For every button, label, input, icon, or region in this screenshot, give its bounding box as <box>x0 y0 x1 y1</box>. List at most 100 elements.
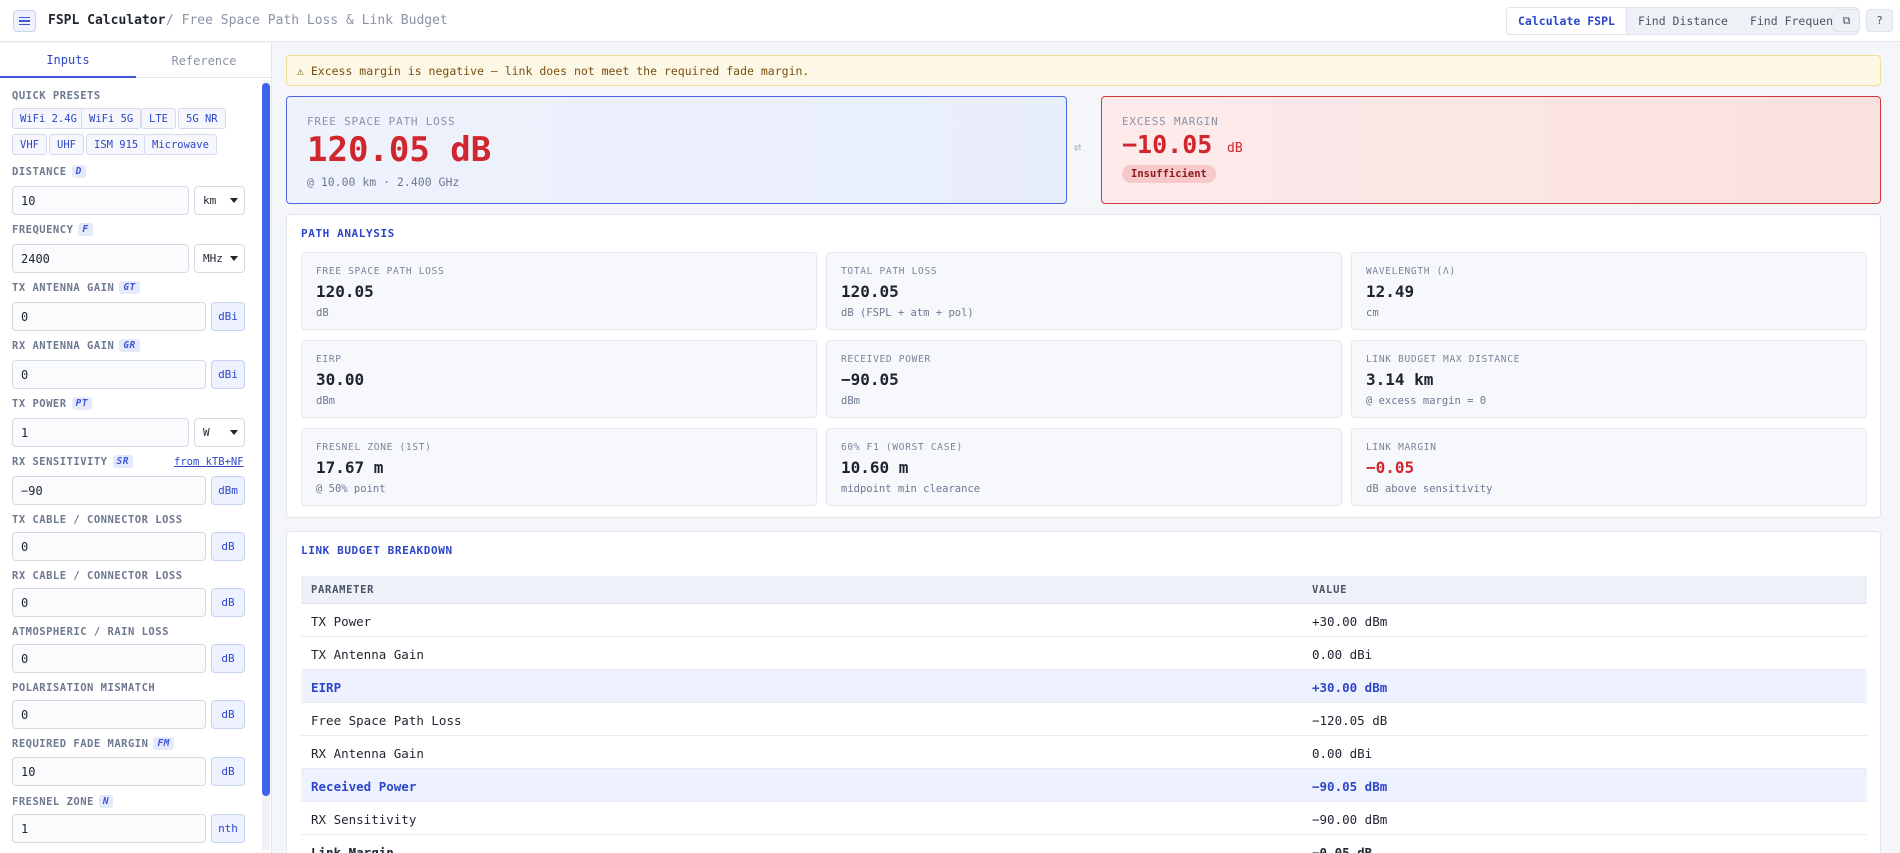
row-value: 0.00 dBi <box>1312 746 1373 761</box>
rx-cable-input[interactable]: 0 <box>12 588 206 617</box>
margin-hero-value: −10.05 <box>1122 130 1213 159</box>
table-row: RX Antenna Gain 0.00 dBi <box>301 736 1867 769</box>
preset-wifi-5g[interactable]: WiFi 5G <box>81 108 142 129</box>
fresnel-label: FRESNEL ZONE N <box>12 795 114 808</box>
row-parameter: RX Sensitivity <box>311 812 417 827</box>
swap-icon: ⇄ <box>1074 140 1082 154</box>
card-received-power: RECEIVED POWER −90.05 dBm <box>826 340 1342 418</box>
tx-power-input[interactable]: 1 <box>12 418 189 447</box>
distance-symbol: D <box>71 165 86 178</box>
tx-power-label: TX POWER PT <box>12 397 93 410</box>
rx-gain-input[interactable]: 0 <box>12 360 206 389</box>
tab-inputs[interactable]: Inputs <box>0 43 136 78</box>
preset-uhf[interactable]: UHF <box>49 134 84 155</box>
card-sub: dBm <box>316 395 335 407</box>
card-fresnel-zone: FRESNEL ZONE (1ST) 17.67 m @ 50% point <box>301 428 817 506</box>
rx-sens-input[interactable]: −90 <box>12 476 206 505</box>
warning-text: ⚠ Excess margin is negative — link does … <box>297 63 810 78</box>
card-link-margin: LINK MARGIN −0.05 dB above sensitivity <box>1351 428 1867 506</box>
rx-sens-label-text: RX SENSITIVITY <box>12 455 108 468</box>
frequency-unit-select[interactable]: MHz <box>194 244 245 273</box>
mode-switcher: Calculate FSPL Find Distance Find Freque… <box>1506 7 1859 35</box>
rx-gain-unit: dBi <box>211 360 245 389</box>
distance-label: DISTANCE D <box>12 165 86 178</box>
menu-icon[interactable] <box>13 10 36 32</box>
link-budget-panel: LINK BUDGET BREAKDOWN PARAMETER VALUE TX… <box>286 531 1881 853</box>
tx-power-unit-value: W <box>203 426 210 439</box>
fade-unit: dB <box>211 757 245 786</box>
top-bar: FSPL Calculator / Free Space Path Loss &… <box>0 0 1900 42</box>
card-total-path-loss: TOTAL PATH LOSS 120.05 dB (FSPL + atm + … <box>826 252 1342 330</box>
tx-gain-unit: dBi <box>211 302 245 331</box>
tab-reference[interactable]: Reference <box>136 43 271 78</box>
preset-5g-nr[interactable]: 5G NR <box>178 108 226 129</box>
path-analysis-panel: PATH ANALYSIS FREE SPACE PATH LOSS 120.0… <box>286 214 1881 518</box>
rx-sens-symbol: SR <box>112 455 133 468</box>
fresnel-symbol: N <box>98 795 114 808</box>
fspl-hero-meta: @ 10.00 km · 2.400 GHz <box>307 175 460 189</box>
help-icon[interactable]: ? <box>1866 9 1893 32</box>
frequency-input[interactable]: 2400 <box>12 244 189 273</box>
preset-lte[interactable]: LTE <box>141 108 176 129</box>
tx-gain-input[interactable]: 0 <box>12 302 206 331</box>
preset-vhf[interactable]: VHF <box>12 134 47 155</box>
table-row: Received Power −90.05 dBm <box>301 769 1867 802</box>
card-60-f1: 60% F1 (WORST CASE) 10.60 m midpoint min… <box>826 428 1342 506</box>
column-header-value: VALUE <box>1312 584 1348 596</box>
tx-cable-unit: dB <box>211 532 245 561</box>
fspl-hero-card: FREE SPACE PATH LOSS 120.05 dB @ 10.00 k… <box>286 96 1067 204</box>
tx-cable-input[interactable]: 0 <box>12 532 206 561</box>
preset-microwave[interactable]: Microwave <box>144 134 217 155</box>
chevron-down-icon <box>230 198 238 203</box>
copy-icon[interactable]: ⧉ <box>1833 9 1860 32</box>
tx-power-symbol: PT <box>71 397 93 410</box>
atmos-input[interactable]: 0 <box>12 644 206 673</box>
fresnel-input[interactable]: 1 <box>12 814 206 843</box>
card-sub: @ 50% point <box>316 483 386 495</box>
rx-gain-label: RX ANTENNA GAIN GR <box>12 339 140 352</box>
from-ktb-nf-link[interactable]: from kTB+NF <box>174 456 244 468</box>
card-label: 60% F1 (WORST CASE) <box>841 442 963 453</box>
card-max-distance: LINK BUDGET MAX DISTANCE 3.14 km @ exces… <box>1351 340 1867 418</box>
preset-wifi-24g[interactable]: WiFi 2.4G <box>12 108 85 129</box>
distance-input[interactable]: 10 <box>12 186 189 215</box>
warning-banner: ⚠ Excess margin is negative — link does … <box>286 55 1881 86</box>
preset-ism-915[interactable]: ISM 915 <box>86 134 147 155</box>
fade-label: REQUIRED FADE MARGIN FM <box>12 737 174 750</box>
row-value: +30.00 dBm <box>1312 680 1388 695</box>
fresnel-unit: nth <box>211 814 245 843</box>
row-parameter: Free Space Path Loss <box>311 713 462 728</box>
frequency-unit-value: MHz <box>203 252 223 265</box>
margin-hero-card: EXCESS MARGIN −10.05 dB Insufficient <box>1101 96 1881 204</box>
fade-symbol: FM <box>153 737 174 750</box>
fade-input[interactable]: 10 <box>12 757 206 786</box>
distance-unit-select[interactable]: km <box>194 186 245 215</box>
mode-calculate-fspl[interactable]: Calculate FSPL <box>1507 8 1627 34</box>
main-content: ⚠ Excess margin is negative — link does … <box>273 43 1900 853</box>
tx-gain-symbol: GT <box>119 281 140 294</box>
tx-gain-label-text: TX ANTENNA GAIN <box>12 281 115 294</box>
sidebar-tabs: Inputs Reference <box>0 43 271 78</box>
app-subtitle: / Free Space Path Loss & Link Budget <box>166 13 448 28</box>
frequency-label-text: FREQUENCY <box>12 223 74 236</box>
polar-label: POLARISATION MISMATCH <box>12 682 156 694</box>
card-label: LINK MARGIN <box>1366 442 1437 453</box>
row-parameter: TX Power <box>311 614 372 629</box>
table-row: Free Space Path Loss −120.05 dB <box>301 703 1867 736</box>
frequency-symbol: F <box>78 223 93 236</box>
card-label: TOTAL PATH LOSS <box>841 266 938 277</box>
margin-hero-label: EXCESS MARGIN <box>1122 115 1219 128</box>
row-parameter: Received Power <box>311 779 417 794</box>
fade-label-text: REQUIRED FADE MARGIN <box>12 737 149 750</box>
polar-input[interactable]: 0 <box>12 700 206 729</box>
card-wavelength: WAVELENGTH (Λ) 12.49 cm <box>1351 252 1867 330</box>
mode-find-distance[interactable]: Find Distance <box>1627 8 1739 34</box>
card-value: 10.60 m <box>841 458 909 477</box>
fspl-hero-value: 120.05 dB <box>307 130 492 170</box>
card-sub: dB above sensitivity <box>1366 483 1493 495</box>
card-label: FREE SPACE PATH LOSS <box>316 266 445 277</box>
table-row: EIRP +30.00 dBm <box>301 670 1867 703</box>
chevron-down-icon <box>230 256 238 261</box>
tx-power-unit-select[interactable]: W <box>194 418 245 447</box>
scrollbar-thumb[interactable] <box>262 83 270 796</box>
